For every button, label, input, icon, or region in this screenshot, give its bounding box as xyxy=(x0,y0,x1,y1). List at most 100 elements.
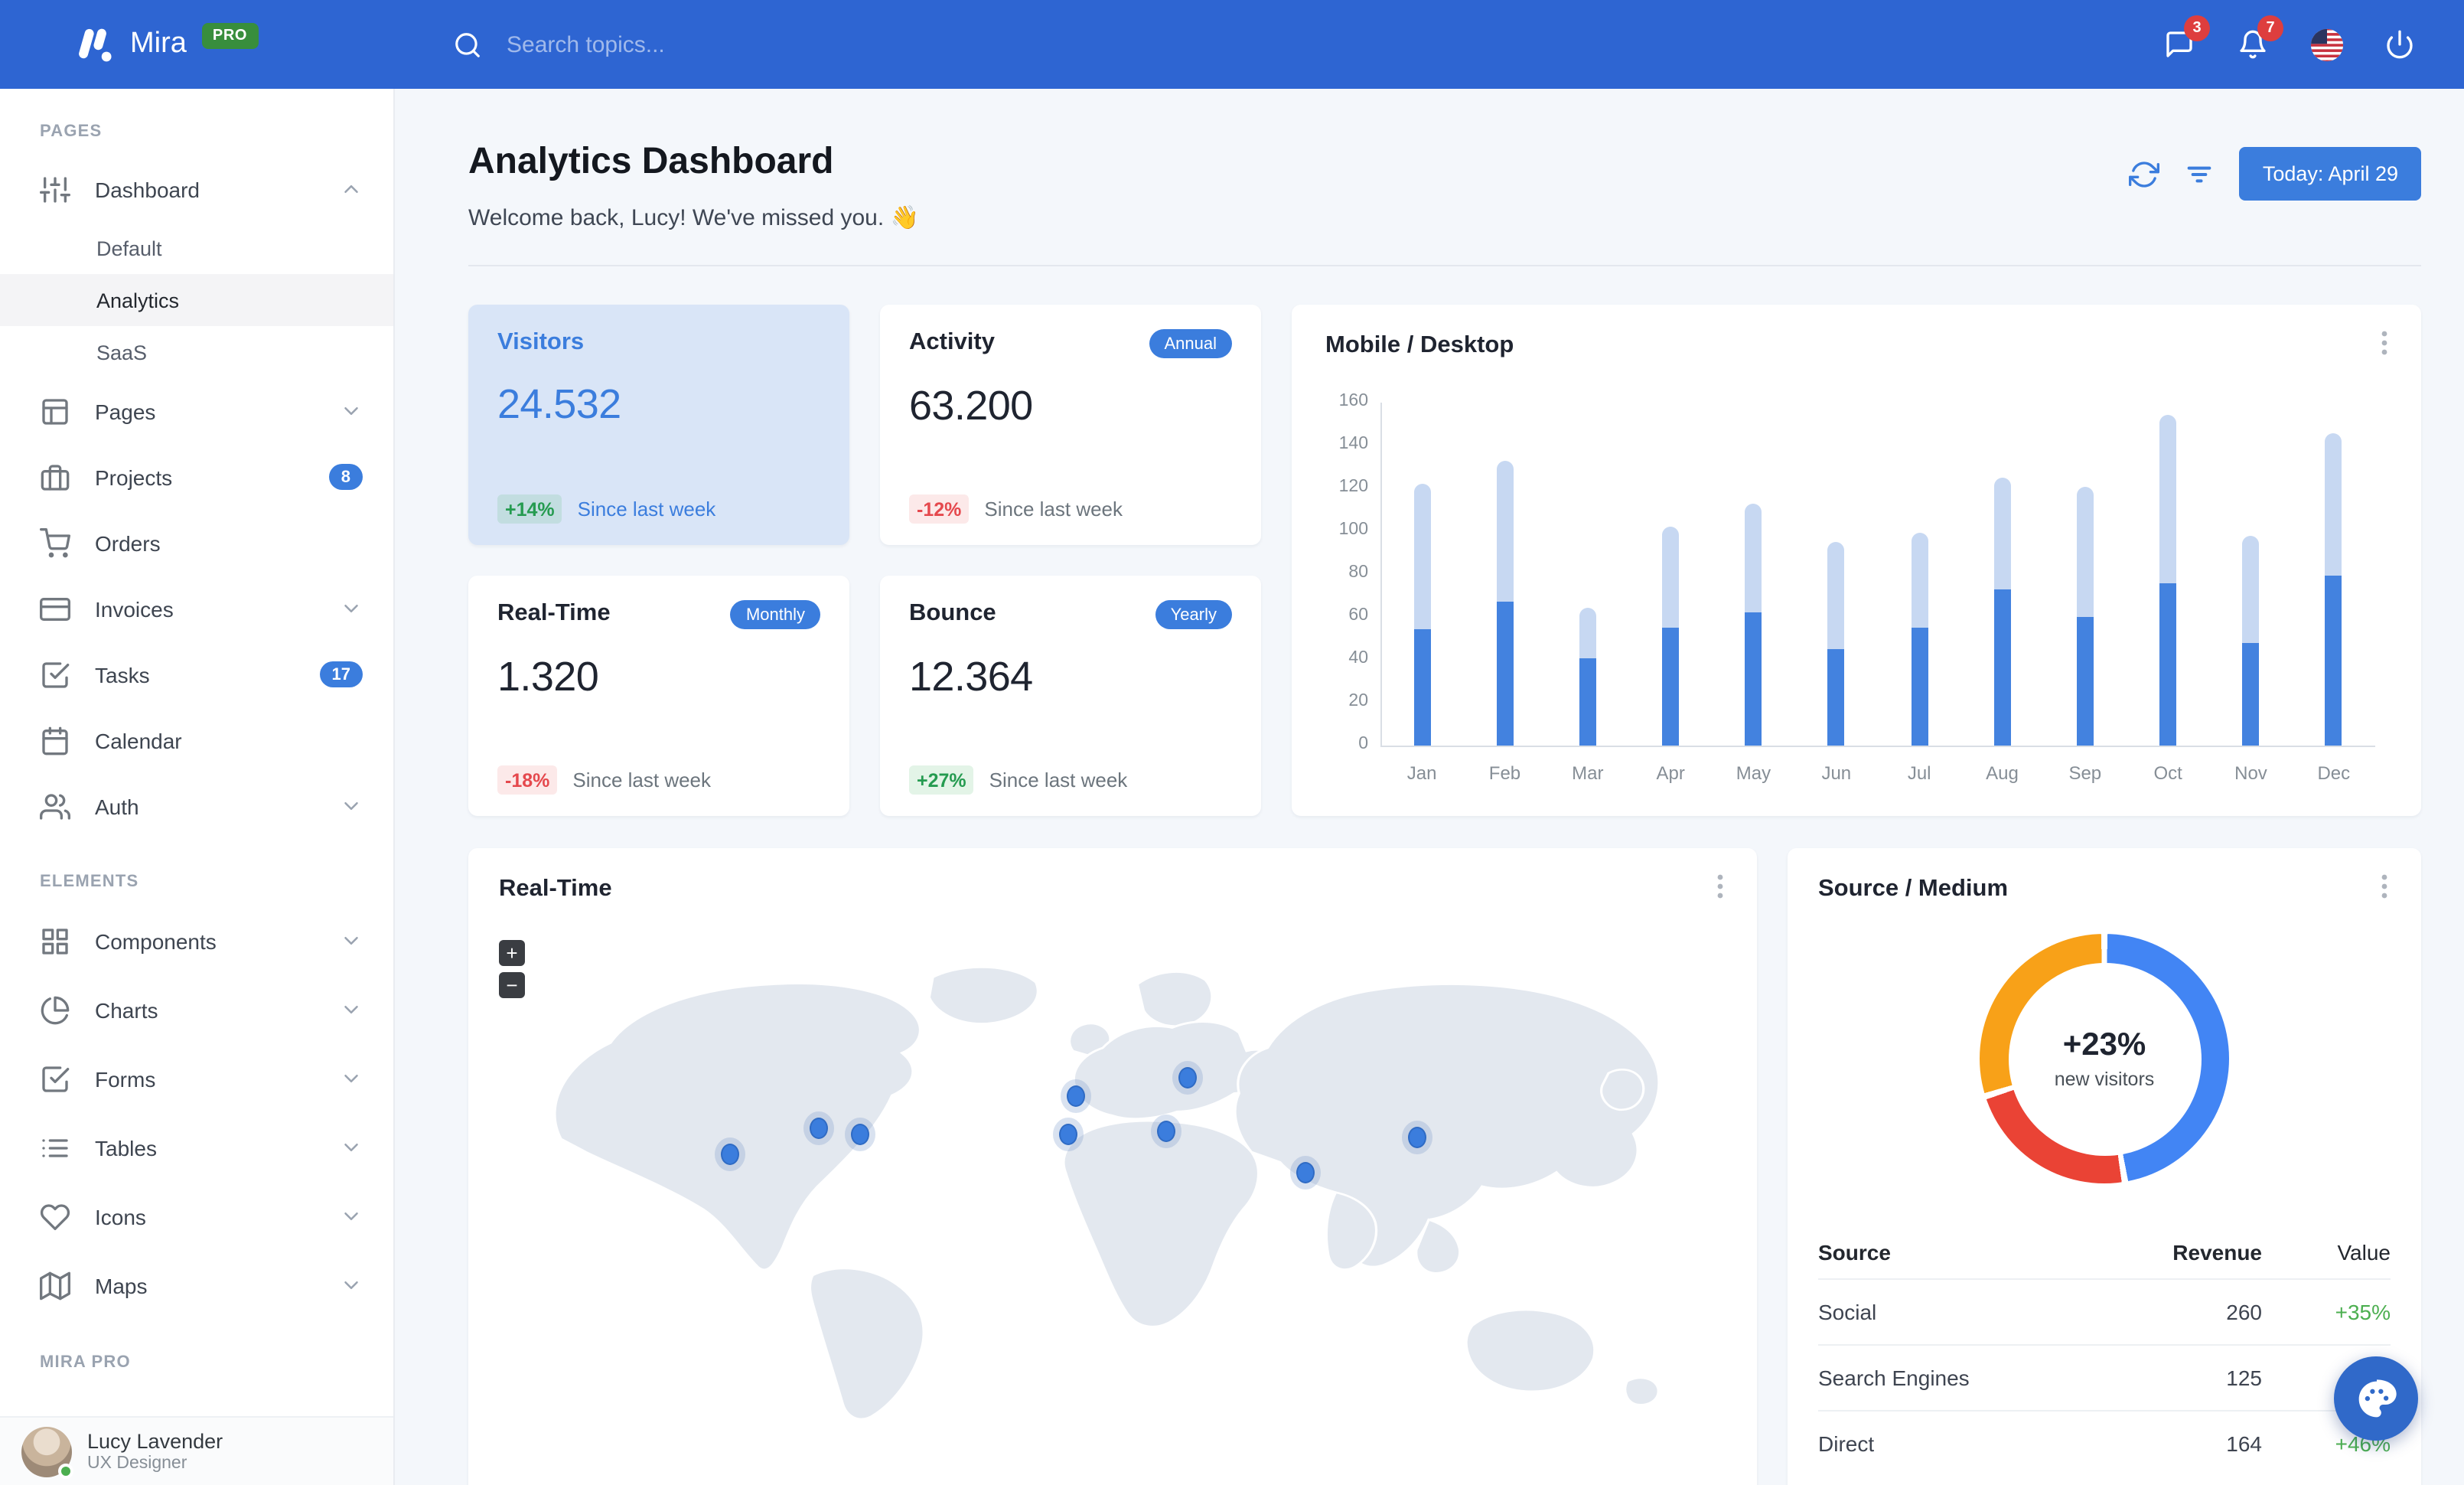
bar-desktop-sep xyxy=(2076,486,2094,617)
pie-chart-icon xyxy=(40,994,70,1025)
sidebar-item-label: Auth xyxy=(95,794,139,818)
map-marker-russia[interactable] xyxy=(1178,1067,1198,1089)
zoom-in-button[interactable]: + xyxy=(499,940,525,966)
sidebar-item-maps[interactable]: Maps xyxy=(0,1251,393,1320)
sidebar-subitem-default[interactable]: Default xyxy=(0,222,393,274)
today-button[interactable]: Today: April 29 xyxy=(2239,147,2421,201)
stat-value: 63.200 xyxy=(909,383,1033,429)
sidebar-item-label: Components xyxy=(95,929,217,953)
messages-button[interactable]: 3 xyxy=(2149,14,2210,75)
world-map[interactable]: + − xyxy=(493,922,1732,1427)
bar-desktop-jan xyxy=(1413,484,1431,630)
map-marker-uk[interactable] xyxy=(1066,1085,1085,1107)
bar-desktop-oct xyxy=(2159,415,2177,583)
x-axis-line xyxy=(1380,746,2375,747)
sidebar-item-charts[interactable]: Charts xyxy=(0,975,393,1044)
sidebar-item-icons[interactable]: Icons xyxy=(0,1182,393,1251)
power-icon xyxy=(2384,29,2415,60)
sidebar-item-auth[interactable]: Auth xyxy=(0,773,393,839)
chevron-down-icon xyxy=(340,1205,363,1228)
credit-card-icon xyxy=(40,593,70,624)
search-input[interactable] xyxy=(504,30,932,59)
y-tick-label: 120 xyxy=(1338,478,1368,496)
language-button[interactable] xyxy=(2296,14,2357,75)
stat-delta-badge: -12% xyxy=(909,494,970,524)
bar-mobile-apr xyxy=(1662,628,1680,746)
kebab-menu-icon[interactable] xyxy=(2372,873,2400,903)
cell-source: Social xyxy=(1818,1300,1877,1324)
bar-mobile-jul xyxy=(1911,628,1928,746)
notifications-count-badge: 7 xyxy=(2257,15,2283,41)
bar-desktop-jul xyxy=(1911,533,1928,628)
sidebar: PAGES Dashboard Default Analytics SaaS Pages P… xyxy=(0,89,395,1485)
sidebar-item-invoices[interactable]: Invoices xyxy=(0,576,393,641)
stat-period-pill[interactable]: Annual xyxy=(1149,329,1232,358)
stat-delta-badge: +27% xyxy=(909,765,974,795)
stat-title: Visitors xyxy=(497,329,585,355)
map-marker-turkey[interactable] xyxy=(1156,1120,1175,1142)
bar-desktop-nov xyxy=(2242,535,2260,643)
header-actions: Today: April 29 xyxy=(2129,147,2421,201)
sidebar-item-pages[interactable]: Pages xyxy=(0,378,393,444)
theme-settings-fab[interactable] xyxy=(2334,1356,2418,1441)
sidebar-item-label: Tasks xyxy=(95,662,150,687)
sidebar-item-calendar[interactable]: Calendar xyxy=(0,707,393,773)
sidebar-item-components[interactable]: Components xyxy=(0,906,393,975)
map-marker-us-central[interactable] xyxy=(810,1118,829,1140)
navbar-actions: 3 7 xyxy=(2149,14,2464,75)
map-marker-us-east[interactable] xyxy=(850,1123,869,1145)
map-marker-india[interactable] xyxy=(1296,1162,1315,1183)
sidebar-item-orders[interactable]: Orders xyxy=(0,510,393,576)
user-name: Lucy Lavender xyxy=(87,1429,223,1453)
bar-desktop-dec xyxy=(2325,432,2342,576)
stat-caption: Since last week xyxy=(989,769,1128,791)
notifications-button[interactable]: 7 xyxy=(2222,14,2283,75)
logout-button[interactable] xyxy=(2369,14,2430,75)
sidebar-item-label: Projects xyxy=(95,465,173,489)
sidebar-item-projects[interactable]: Projects 8 xyxy=(0,444,393,510)
source-table-header: Source Revenue Value xyxy=(1818,1226,2391,1278)
search-icon xyxy=(453,30,482,59)
stat-caption: Since last week xyxy=(577,498,716,521)
y-tick-label: 60 xyxy=(1348,606,1368,625)
chevron-down-icon xyxy=(340,1274,363,1297)
col-value: Value xyxy=(2337,1240,2391,1265)
y-tick-label: 160 xyxy=(1338,392,1368,410)
sidebar-item-label: Invoices xyxy=(95,596,174,621)
sidebar-item-dashboard[interactable]: Dashboard xyxy=(0,156,393,222)
map-marker-china[interactable] xyxy=(1408,1126,1427,1148)
x-tick-label: May xyxy=(1736,762,1771,784)
pro-badge: PRO xyxy=(201,22,259,48)
sidebar-user[interactable]: Lucy Lavender UX Designer xyxy=(0,1416,393,1485)
donut-center-value: +23% xyxy=(2062,1027,2146,1062)
sidebar-item-label: Orders xyxy=(95,530,161,555)
bar-desktop-feb xyxy=(1496,460,1514,602)
chevron-down-icon xyxy=(340,929,363,952)
map-zoom-controls: + − xyxy=(499,940,525,998)
chevron-up-icon xyxy=(340,178,363,201)
chevron-down-icon xyxy=(340,795,363,818)
sidebar-item-tasks[interactable]: Tasks 17 xyxy=(0,641,393,707)
sidebar-item-forms[interactable]: Forms xyxy=(0,1044,393,1113)
x-tick-label: Feb xyxy=(1488,762,1521,784)
stat-period-pill[interactable]: Yearly xyxy=(1155,600,1232,629)
map-marker-us-west[interactable] xyxy=(720,1143,739,1165)
map-marker-spain[interactable] xyxy=(1058,1123,1077,1145)
filter-icon[interactable] xyxy=(2185,158,2215,189)
kebab-menu-icon[interactable] xyxy=(2372,329,2400,360)
zoom-out-button[interactable]: − xyxy=(499,972,525,998)
briefcase-icon xyxy=(40,462,70,492)
stat-delta-badge: -18% xyxy=(497,765,558,795)
bar-mobile-aug xyxy=(1993,589,2011,746)
sidebar-subitem-analytics[interactable]: Analytics xyxy=(0,274,393,326)
sidebar-item-tables[interactable]: Tables xyxy=(0,1113,393,1182)
x-tick-label: Jul xyxy=(1907,762,1931,784)
stat-period-pill[interactable]: Monthly xyxy=(730,600,820,629)
sidebar-subitem-saas[interactable]: SaaS xyxy=(0,326,393,378)
y-tick-label: 20 xyxy=(1348,692,1368,710)
kebab-menu-icon[interactable] xyxy=(1708,873,1736,903)
sliders-icon xyxy=(40,174,70,204)
brand[interactable]: Mira PRO xyxy=(0,21,395,67)
refresh-icon[interactable] xyxy=(2129,158,2160,189)
main-content: Analytics Dashboard Welcome back, Lucy! … xyxy=(395,89,2464,1485)
